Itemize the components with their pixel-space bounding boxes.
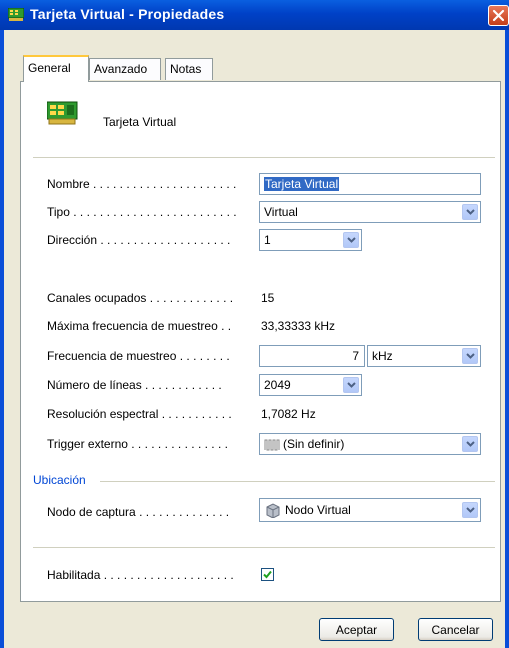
window-title: Tarjeta Virtual - Propiedades bbox=[30, 6, 225, 22]
chevron-down-icon bbox=[347, 382, 356, 388]
nombre-value: Tarjeta Virtual bbox=[264, 177, 340, 191]
window-border-right bbox=[505, 30, 509, 648]
cancel-button-label: Cancelar bbox=[431, 623, 480, 637]
freq-unit-dropdown-button[interactable] bbox=[462, 348, 478, 364]
trigger-value: (Sin definir) bbox=[283, 437, 345, 451]
nombre-input[interactable]: Tarjeta Virtual bbox=[259, 173, 481, 195]
nodo-value: Nodo Virtual bbox=[285, 503, 351, 517]
lineas-select[interactable]: 2049 bbox=[259, 374, 362, 396]
close-button[interactable] bbox=[488, 5, 509, 26]
direccion-dropdown-button[interactable] bbox=[343, 232, 359, 248]
max-freq-label: Máxima frecuencia de muestreo . . bbox=[47, 319, 232, 333]
freq-input[interactable]: 7 bbox=[259, 345, 365, 367]
title-bar[interactable]: Tarjeta Virtual - Propiedades bbox=[0, 0, 509, 30]
tab-notas[interactable]: Notas bbox=[165, 58, 213, 80]
chevron-down-icon bbox=[347, 237, 356, 243]
direccion-value: 1 bbox=[264, 233, 271, 247]
tipo-label: Tipo . . . . . . . . . . . . . . . . . .… bbox=[47, 205, 237, 219]
card-icon bbox=[46, 101, 80, 128]
tab-panel-general bbox=[20, 81, 501, 602]
tipo-value: Virtual bbox=[264, 205, 298, 219]
lineas-dropdown-button[interactable] bbox=[343, 377, 359, 393]
accept-button[interactable]: Aceptar bbox=[319, 618, 394, 641]
close-icon bbox=[492, 9, 505, 22]
resolucion-label: Resolución espectral . . . . . . . . . .… bbox=[47, 407, 232, 421]
tab-avanzado-label: Avanzado bbox=[94, 62, 148, 76]
nombre-label: Nombre . . . . . . . . . . . . . . . . .… bbox=[47, 177, 237, 191]
trigger-select[interactable]: (Sin definir) bbox=[259, 433, 481, 455]
lineas-value: 2049 bbox=[264, 378, 291, 392]
divider bbox=[33, 547, 495, 548]
check-icon bbox=[263, 570, 272, 579]
pulse-icon bbox=[264, 438, 280, 454]
resolucion-value: 1,7082 Hz bbox=[261, 407, 316, 421]
tab-avanzado[interactable]: Avanzado bbox=[89, 58, 161, 80]
card-icon bbox=[7, 7, 25, 21]
cancel-button[interactable]: Cancelar bbox=[418, 618, 493, 641]
header-title: Tarjeta Virtual bbox=[103, 115, 177, 129]
tipo-select[interactable]: Virtual bbox=[259, 201, 481, 223]
chevron-down-icon bbox=[466, 507, 475, 513]
freq-label: Frecuencia de muestreo . . . . . . . . bbox=[47, 349, 230, 363]
chevron-down-icon bbox=[466, 209, 475, 215]
tab-notas-label: Notas bbox=[170, 62, 202, 76]
freq-value: 7 bbox=[352, 349, 359, 363]
direccion-select[interactable]: 1 bbox=[259, 229, 362, 251]
chevron-down-icon bbox=[466, 353, 475, 359]
divider bbox=[33, 157, 495, 158]
window-border-left bbox=[0, 30, 4, 648]
node-icon bbox=[265, 503, 281, 521]
ubicacion-section-title: Ubicación bbox=[33, 473, 86, 487]
direccion-label: Dirección . . . . . . . . . . . . . . . … bbox=[47, 233, 231, 247]
chevron-down-icon bbox=[466, 441, 475, 447]
habilitada-checkbox[interactable] bbox=[261, 568, 274, 581]
tab-general-label: General bbox=[28, 61, 71, 75]
lineas-label: Número de líneas . . . . . . . . . . . . bbox=[47, 378, 222, 392]
ubicacion-divider bbox=[100, 481, 495, 482]
max-freq-value: 33,33333 kHz bbox=[261, 319, 336, 333]
tab-general[interactable]: General bbox=[23, 55, 89, 82]
nodo-dropdown-button[interactable] bbox=[462, 502, 478, 518]
tipo-dropdown-button[interactable] bbox=[462, 204, 478, 220]
nodo-select[interactable]: Nodo Virtual bbox=[259, 498, 481, 522]
properties-window: Tarjeta Virtual - Propiedades General Av… bbox=[0, 0, 509, 648]
trigger-dropdown-button[interactable] bbox=[462, 436, 478, 452]
canales-label: Canales ocupados . . . . . . . . . . . .… bbox=[47, 291, 234, 305]
freq-unit-select[interactable]: kHz bbox=[367, 345, 481, 367]
trigger-label: Trigger externo . . . . . . . . . . . . … bbox=[47, 437, 228, 451]
accept-button-label: Aceptar bbox=[335, 623, 378, 637]
canales-value: 15 bbox=[261, 291, 275, 305]
habilitada-label: Habilitada . . . . . . . . . . . . . . .… bbox=[47, 568, 234, 582]
nodo-label: Nodo de captura . . . . . . . . . . . . … bbox=[47, 505, 230, 519]
freq-unit-value: kHz bbox=[372, 349, 393, 363]
